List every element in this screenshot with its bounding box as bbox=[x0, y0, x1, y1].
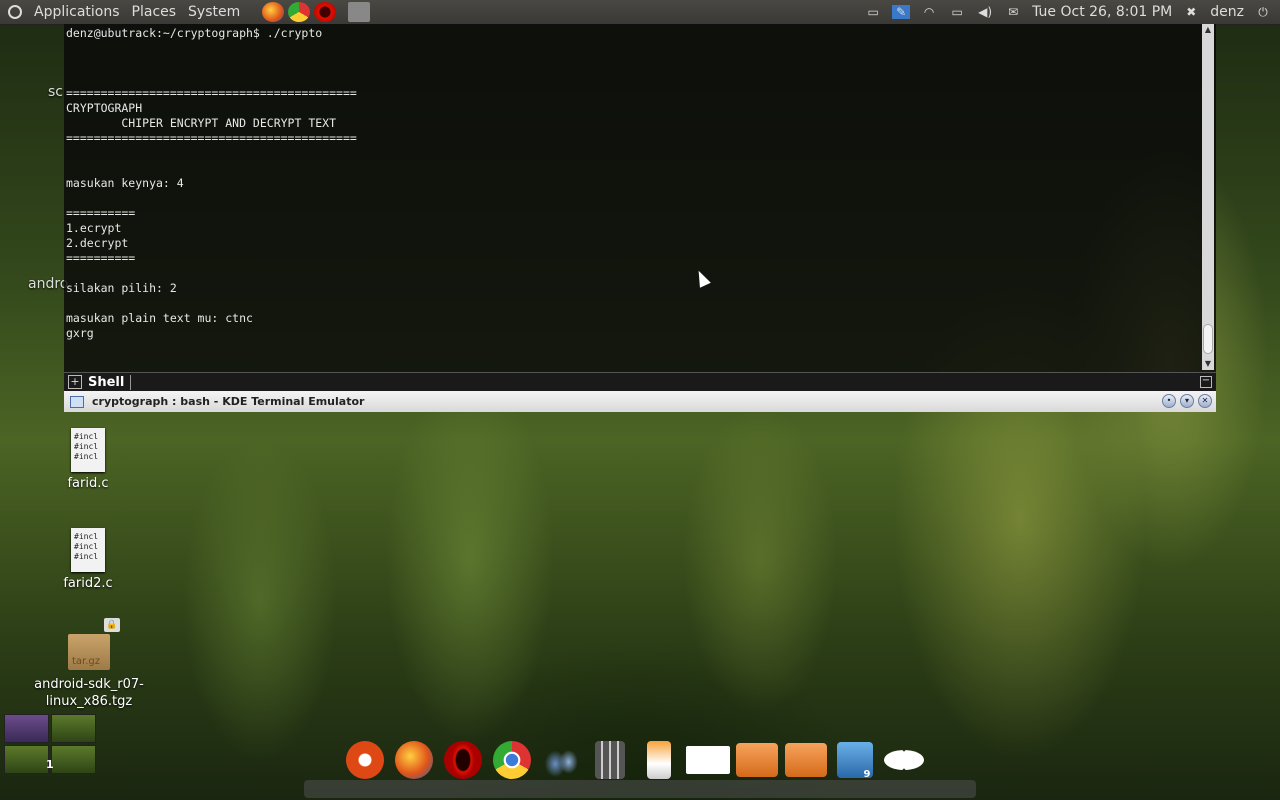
firefox-launcher-icon[interactable] bbox=[262, 2, 285, 22]
terminal-window-icon bbox=[70, 395, 84, 408]
lock-emblem-icon: 🔒 bbox=[104, 618, 120, 632]
workspace-3[interactable] bbox=[4, 745, 49, 774]
workspace-2[interactable] bbox=[51, 714, 96, 743]
scrollbar-thumb[interactable] bbox=[1203, 324, 1213, 354]
image-viewer-dock-icon[interactable] bbox=[685, 738, 730, 782]
menu-applications[interactable]: Applications bbox=[28, 0, 126, 24]
keep-above-button[interactable]: • bbox=[1162, 394, 1176, 408]
new-tab-button[interactable]: + bbox=[68, 375, 82, 389]
pidgin-dock-icon[interactable] bbox=[539, 738, 583, 782]
opera-launcher-icon[interactable] bbox=[314, 2, 337, 22]
file-preview-line: #incl bbox=[74, 552, 99, 561]
mail-icon[interactable]: ✉ bbox=[1004, 5, 1022, 19]
chrome-launcher-icon[interactable] bbox=[288, 2, 311, 22]
cleaner-dock-icon[interactable] bbox=[637, 738, 681, 782]
calculator-dock-icon[interactable] bbox=[588, 738, 632, 782]
system-tray: ▭ ✎ ◠ ▭ ◀) ✉ Tue Oct 26, 8:01 PM ✖ denz … bbox=[864, 0, 1280, 24]
battery-icon[interactable]: ▭ bbox=[948, 5, 966, 19]
minimize-button[interactable]: ▾ bbox=[1180, 394, 1194, 408]
terminal-scrollbar[interactable]: ▲ ▼ bbox=[1202, 24, 1214, 370]
chrome-dock-icon[interactable] bbox=[490, 738, 534, 782]
dock-shelf bbox=[304, 780, 976, 798]
desktop-label-partial-android: andro bbox=[28, 276, 69, 292]
menu-places[interactable]: Places bbox=[126, 0, 183, 24]
screenshot-launcher-icon[interactable] bbox=[348, 2, 371, 22]
c-source-file-icon: #incl #incl #incl bbox=[71, 528, 105, 572]
file-label: android-sdk_r07-linux_x86.tgz bbox=[34, 677, 144, 709]
file-preview-line: #incl bbox=[74, 452, 99, 461]
user-status-icon[interactable]: ✖ bbox=[1182, 5, 1200, 19]
downloads-dock-icon[interactable] bbox=[784, 738, 828, 782]
close-window-button[interactable]: ✕ bbox=[1198, 394, 1212, 408]
clock[interactable]: Tue Oct 26, 8:01 PM bbox=[1032, 4, 1172, 20]
file-preview-line: #incl bbox=[74, 432, 99, 441]
workspace-1[interactable] bbox=[4, 714, 49, 743]
desktop-file-farid-c[interactable]: #incl #incl #incl farid.c bbox=[58, 428, 118, 491]
desktop-file-android-sdk[interactable]: tar.gz 🔒 android-sdk_r07-linux_x86.tgz bbox=[26, 618, 152, 710]
scroll-down-arrow-icon[interactable]: ▼ bbox=[1202, 358, 1214, 370]
files-dock-icon[interactable] bbox=[735, 738, 779, 782]
opera-dock-icon[interactable] bbox=[441, 738, 485, 782]
file-preview-line: #incl bbox=[74, 532, 99, 541]
archive-box-icon: tar.gz bbox=[68, 634, 110, 670]
trash-count-badge: 9 bbox=[863, 769, 871, 780]
archive-type-label: tar.gz bbox=[72, 656, 101, 667]
menu-system[interactable]: System bbox=[182, 0, 246, 24]
ubuntu-logo-icon[interactable] bbox=[8, 5, 22, 19]
file-preview-line: #incl bbox=[74, 442, 99, 451]
workspace-switcher[interactable]: 1 bbox=[4, 714, 96, 774]
file-label: farid2.c bbox=[63, 576, 113, 591]
window-title: cryptograph : bash - KDE Terminal Emulat… bbox=[92, 395, 365, 408]
trash-dock-icon[interactable]: 9 bbox=[833, 738, 877, 782]
scroll-up-arrow-icon[interactable]: ▲ bbox=[1202, 24, 1214, 36]
xeyes-dock-icon[interactable] bbox=[882, 738, 926, 782]
user-name[interactable]: denz bbox=[1210, 4, 1244, 20]
tab-shell[interactable]: Shell bbox=[88, 374, 132, 390]
file-label: farid.c bbox=[67, 476, 109, 491]
workspace-4[interactable] bbox=[51, 745, 96, 774]
terminal-output[interactable]: denz@ubutrack:~/cryptograph$ ./crypto ==… bbox=[66, 26, 1196, 370]
terminal-tab-bar: + Shell − bbox=[64, 372, 1216, 391]
dock: 9 bbox=[340, 736, 928, 782]
wifi-icon[interactable]: ◠ bbox=[920, 5, 938, 19]
power-icon[interactable]: ⏻ bbox=[1254, 5, 1272, 19]
app-indicator-icon[interactable]: ✎ bbox=[892, 5, 911, 19]
file-preview-line: #incl bbox=[74, 542, 99, 551]
c-source-file-icon: #incl #incl #incl bbox=[71, 428, 105, 472]
volume-icon[interactable]: ◀) bbox=[976, 5, 994, 19]
workspace-number: 1 bbox=[46, 758, 54, 771]
firefox-dock-icon[interactable] bbox=[392, 738, 436, 782]
desktop-file-farid2-c[interactable]: #incl #incl #incl farid2.c bbox=[58, 528, 118, 591]
desktop-label-partial-sc: sc bbox=[48, 84, 63, 100]
close-tab-button[interactable]: − bbox=[1200, 376, 1212, 388]
terminal-window[interactable]: denz@ubutrack:~/cryptograph$ ./crypto ==… bbox=[64, 24, 1216, 412]
window-title-bar[interactable]: cryptograph : bash - KDE Terminal Emulat… bbox=[64, 391, 1216, 412]
top-panel: Applications Places System ▭ ✎ ◠ ▭ ◀) ✉ … bbox=[0, 0, 1280, 25]
window-switcher-icon[interactable]: ▭ bbox=[864, 5, 882, 19]
ubuntu-dock-icon[interactable] bbox=[343, 738, 387, 782]
